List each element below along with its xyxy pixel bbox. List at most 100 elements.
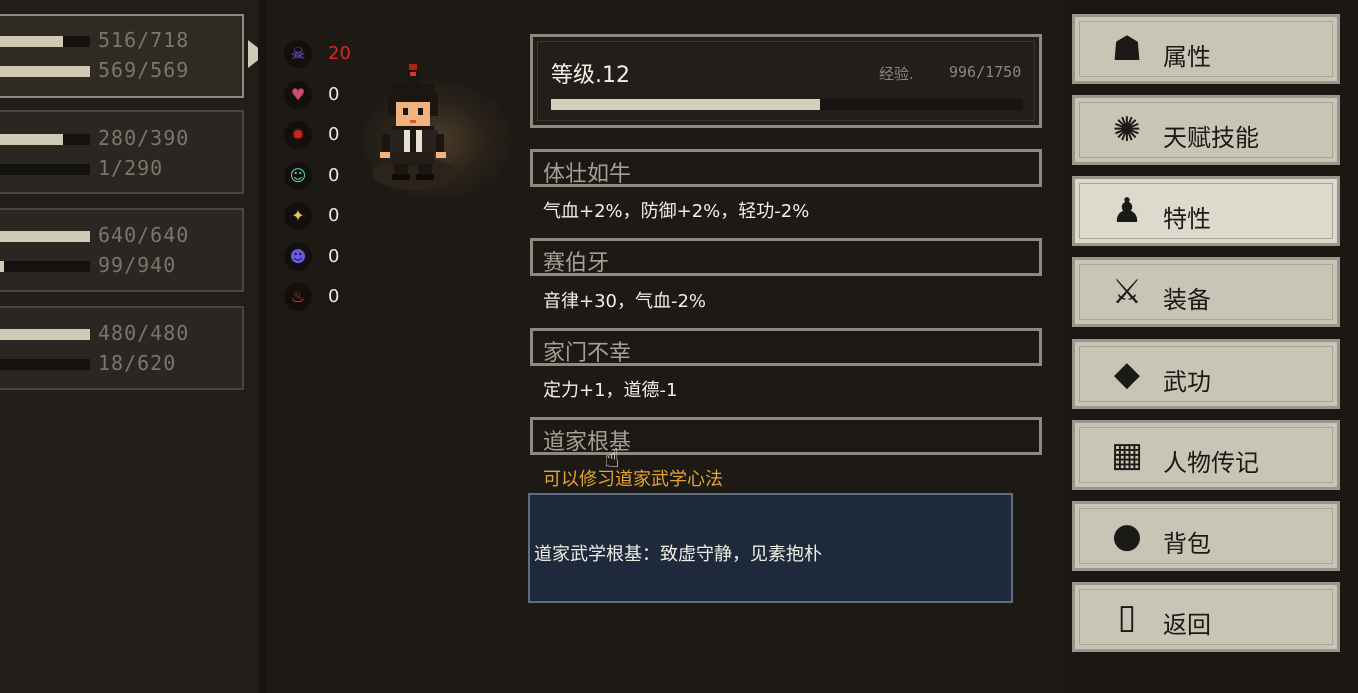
fire-icon: ♨ bbox=[284, 283, 312, 311]
status-effect-value: 20 bbox=[328, 43, 351, 64]
stat-card[interactable]: 516/718 569/569 bbox=[0, 14, 244, 98]
sword-icon: ⚔ bbox=[1111, 272, 1143, 312]
status-effect[interactable]: ✦ 0 bbox=[284, 202, 364, 232]
stat-value: 280/390 bbox=[98, 126, 190, 150]
biography-icon: ▦ bbox=[1110, 435, 1144, 475]
trait-name: 体壮如牛 bbox=[543, 162, 632, 187]
talent-icon: ✺ bbox=[1112, 110, 1142, 150]
menu-button-martial-arts[interactable]: ◆ 武功 bbox=[1072, 339, 1340, 409]
stat-row: 99/940 bbox=[0, 251, 234, 281]
stat-card[interactable]: 480/480 18/620 bbox=[0, 306, 244, 390]
stat-bar bbox=[0, 66, 90, 77]
exp-bar bbox=[551, 99, 1023, 110]
trait-description: 可以修习道家武学心法 bbox=[543, 469, 723, 490]
trait-description: 气血+2%，防御+2%，轻功-2% bbox=[543, 201, 810, 222]
stat-value: 640/640 bbox=[98, 223, 190, 247]
status-effect-value: 0 bbox=[328, 246, 340, 267]
trait-name: 赛伯牙 bbox=[543, 251, 610, 276]
stat-bar-fill bbox=[0, 261, 4, 272]
menu-label: 天赋技能 bbox=[1163, 124, 1259, 152]
status-effect[interactable]: ☠ 20 bbox=[284, 40, 364, 70]
status-effect-value: 0 bbox=[328, 84, 340, 105]
status-effect[interactable]: ♨ 0 bbox=[284, 283, 364, 313]
book-icon: ◆ bbox=[1113, 354, 1141, 394]
hand-cursor-icon: ☝ bbox=[604, 444, 620, 474]
stat-value: 480/480 bbox=[98, 321, 190, 345]
menu-label: 返回 bbox=[1163, 611, 1211, 639]
stat-row: 516/718 bbox=[0, 26, 234, 56]
status-effect-value: 0 bbox=[328, 165, 340, 186]
stat-row: 640/640 bbox=[0, 221, 234, 251]
exp-bar-fill bbox=[551, 99, 820, 110]
stat-bar bbox=[0, 261, 90, 272]
menu-label: 装备 bbox=[1163, 286, 1211, 314]
status-effect[interactable]: ☺ 0 bbox=[284, 162, 364, 192]
golden-star-icon: ✦ bbox=[284, 202, 312, 230]
status-effect-value: 0 bbox=[328, 124, 340, 145]
menu-button-return[interactable]: ▯ 返回 bbox=[1072, 582, 1340, 652]
menu-button-traits[interactable]: ♟ 特性 bbox=[1072, 176, 1340, 246]
stat-value: 1/290 bbox=[98, 156, 164, 180]
stat-bar-fill bbox=[0, 36, 64, 47]
stat-card[interactable]: 280/390 1/290 bbox=[0, 110, 244, 194]
status-effect[interactable]: ♥ 0 bbox=[284, 81, 364, 111]
level-label: 等级.12 bbox=[551, 63, 630, 88]
stat-bar bbox=[0, 359, 90, 370]
stat-bar bbox=[0, 164, 90, 175]
stat-value: 18/620 bbox=[98, 351, 177, 375]
stat-bar bbox=[0, 329, 90, 340]
stat-bar bbox=[0, 36, 90, 47]
stat-card[interactable]: 640/640 99/940 bbox=[0, 208, 244, 292]
menu-button-equipment[interactable]: ⚔ 装备 bbox=[1072, 257, 1340, 327]
stat-row: 18/620 bbox=[0, 349, 234, 379]
status-effect-value: 0 bbox=[328, 286, 340, 307]
status-effect[interactable]: ✹ 0 bbox=[284, 121, 364, 151]
purple-skull-icon: ☠ bbox=[284, 40, 312, 68]
trait-header[interactable]: 体壮如牛 bbox=[530, 149, 1042, 187]
character-icon: ☗ bbox=[1111, 29, 1143, 69]
exp-value: 996/1750 bbox=[949, 63, 1022, 81]
trait-header[interactable]: 赛伯牙 bbox=[530, 238, 1042, 276]
tooltip-text: 道家武学根基：致虚守静，见素抱朴 bbox=[534, 544, 822, 565]
stat-bar bbox=[0, 134, 90, 145]
exp-label: 经验. bbox=[879, 65, 914, 83]
menu-button-attributes[interactable]: ☗ 属性 bbox=[1072, 14, 1340, 84]
stat-bar-fill bbox=[0, 231, 90, 242]
teal-face-icon: ☺ bbox=[284, 162, 312, 190]
stat-value: 569/569 bbox=[98, 58, 190, 82]
purple-mask-icon: ☻ bbox=[284, 243, 312, 271]
menu-label: 特性 bbox=[1163, 205, 1211, 233]
stat-value: 99/940 bbox=[98, 253, 177, 277]
broken-heart-icon: ♥ bbox=[284, 81, 312, 109]
level-panel: 等级.12 经验. 996/1750 bbox=[530, 34, 1042, 128]
menu-button-backpack[interactable]: ● 背包 bbox=[1072, 501, 1340, 571]
menu-label: 武功 bbox=[1163, 368, 1211, 396]
stat-value: 516/718 bbox=[98, 28, 190, 52]
trait-header[interactable]: 家门不幸 bbox=[530, 328, 1042, 366]
menu-button-biography[interactable]: ▦ 人物传记 bbox=[1072, 420, 1340, 490]
character-sprite[interactable] bbox=[374, 64, 450, 182]
trait-description: 音律+30，气血-2% bbox=[543, 291, 707, 312]
stat-row: 280/390 bbox=[0, 124, 234, 154]
stat-row: 480/480 bbox=[0, 319, 234, 349]
door-icon: ▯ bbox=[1117, 597, 1137, 637]
menu-label: 人物传记 bbox=[1163, 449, 1259, 477]
menu-button-talents[interactable]: ✺ 天赋技能 bbox=[1072, 95, 1340, 165]
trait-tooltip: 道家武学根基：致虚守静，见素抱朴 bbox=[528, 493, 1013, 603]
stat-bar-fill bbox=[0, 66, 90, 77]
stat-bar-fill bbox=[0, 329, 90, 340]
status-effect[interactable]: ☻ 0 bbox=[284, 243, 364, 273]
menu-label: 属性 bbox=[1163, 43, 1211, 71]
bag-icon: ● bbox=[1112, 516, 1142, 556]
stat-row: 1/290 bbox=[0, 154, 234, 184]
column-divider bbox=[258, 0, 266, 693]
stat-row: 569/569 bbox=[0, 56, 234, 86]
status-effect-value: 0 bbox=[328, 205, 340, 226]
menu-label: 背包 bbox=[1163, 530, 1211, 558]
trait-icon: ♟ bbox=[1111, 191, 1143, 231]
trait-description: 定力+1，道德-1 bbox=[543, 380, 678, 401]
trait-name: 家门不幸 bbox=[543, 341, 632, 366]
red-bug-icon: ✹ bbox=[284, 121, 312, 149]
stat-bar bbox=[0, 231, 90, 242]
stat-bar-fill bbox=[0, 134, 64, 145]
